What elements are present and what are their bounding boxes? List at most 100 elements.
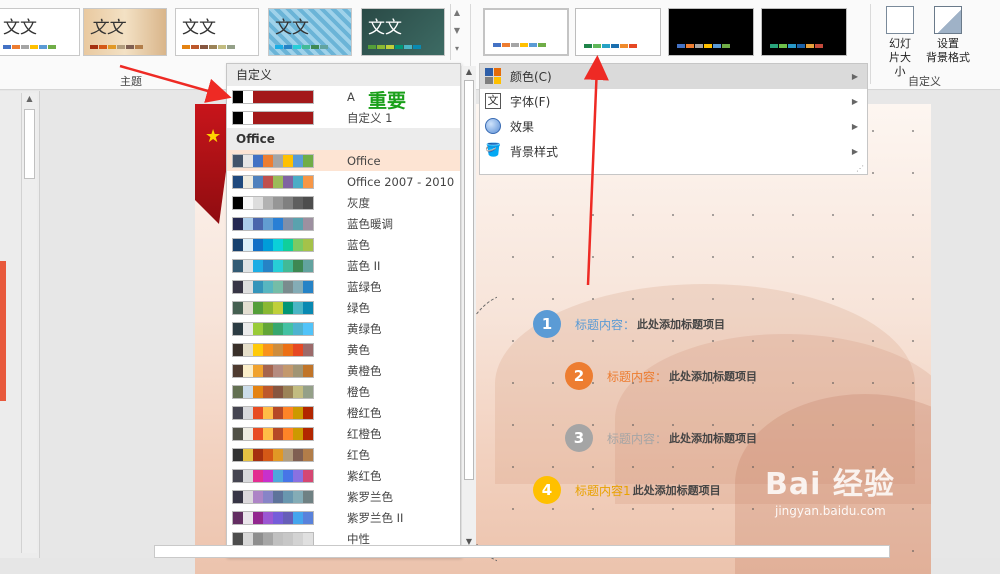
color-menu-scrollbar[interactable]: ▲ ▼ [461, 66, 476, 548]
color-swatches [232, 89, 314, 104]
menu-item-background-styles[interactable]: 🪣 背景样式 ▶ [480, 139, 867, 164]
format-background-icon [934, 6, 962, 34]
annotation-important: 重要 [368, 90, 407, 112]
office-color-scheme-row[interactable]: Office [227, 150, 460, 171]
color-scheme-name: 紫罗兰色 II [347, 510, 404, 525]
thumbnail-scrollbar[interactable]: ▲ [21, 93, 37, 553]
slide-item-4[interactable]: 4 标题内容1 此处添加标题项目 [533, 476, 721, 504]
color-swatches [232, 363, 314, 378]
custom-section-header: 自定义 [227, 64, 460, 86]
slide-size-icon [886, 6, 914, 34]
menu-item-colors[interactable]: 颜色(C) ▶ [480, 64, 867, 89]
theme-thumb-4[interactable]: 文文 [268, 8, 352, 56]
variant-thumb-3[interactable] [668, 8, 754, 56]
color-scheme-name: 紫罗兰色 [347, 489, 393, 504]
custom-group-label: 自定义 [908, 75, 941, 88]
theme-gallery-scroll[interactable]: ▲ ▼ ▾ [450, 4, 463, 60]
color-swatches [232, 426, 314, 441]
color-scheme-name: 橙色 [347, 384, 370, 399]
color-scheme-name: 蓝色 [347, 237, 370, 252]
office-color-scheme-row[interactable]: Office 2007 - 2010 [227, 171, 460, 192]
fonts-icon: 文 [485, 93, 501, 109]
color-swatches [232, 531, 314, 546]
color-swatches [232, 447, 314, 462]
menu-item-effects[interactable]: 效果 ▶ [480, 114, 867, 139]
color-scheme-name: Office [347, 153, 381, 168]
color-scheme-name: 红色 [347, 447, 370, 462]
color-swatches [232, 279, 314, 294]
selected-thumb-indicator [0, 261, 6, 401]
color-scheme-name: Office 2007 - 2010 [347, 174, 455, 189]
color-scheme-name: 红橙色 [347, 426, 382, 441]
variant-thumb-4[interactable] [761, 8, 847, 56]
paint-bucket-icon: 🪣 [485, 143, 502, 158]
theme-thumb-2[interactable]: 文文 [83, 8, 167, 56]
color-swatches [232, 258, 314, 273]
office-color-scheme-row[interactable]: 黄色 [227, 339, 460, 360]
custom-color-scheme-row[interactable]: 自定义 1 [227, 107, 460, 128]
theme-thumb-1[interactable]: 文文 [0, 8, 80, 56]
office-color-scheme-row[interactable]: 蓝色 II [227, 255, 460, 276]
office-color-scheme-row[interactable]: 紫罗兰色 [227, 486, 460, 507]
theme-thumb-5[interactable]: 文文 [361, 8, 445, 56]
watermark-url: jingyan.baidu.com [775, 504, 886, 518]
theme-thumb-3[interactable]: 文文 [175, 8, 259, 56]
theme-group-label: 主题 [120, 75, 142, 88]
color-swatches [232, 510, 314, 525]
office-color-scheme-row[interactable]: 蓝绿色 [227, 276, 460, 297]
color-swatches [232, 489, 314, 504]
slide-item-3[interactable]: 3 标题内容： 此处添加标题项目 [565, 424, 757, 452]
variant-thumb-1[interactable] [483, 8, 569, 56]
office-color-scheme-row[interactable]: 橙红色 [227, 402, 460, 423]
format-background-button[interactable]: 设置 背景格式 [923, 6, 973, 65]
variant-thumb-2[interactable] [575, 8, 661, 56]
color-swatches [232, 174, 314, 189]
color-swatches [232, 237, 314, 252]
color-scheme-name: 蓝色暖调 [347, 216, 393, 231]
item-label: 标题内容1 [575, 483, 631, 498]
custom-color-scheme-row[interactable]: A [227, 86, 460, 107]
office-color-scheme-row[interactable]: 黄橙色 [227, 360, 460, 381]
office-color-scheme-row[interactable]: 紫罗兰色 II [227, 507, 460, 528]
office-color-scheme-row[interactable]: 红色 [227, 444, 460, 465]
color-swatches [232, 342, 314, 357]
effects-icon [485, 118, 501, 134]
menu-item-fonts[interactable]: 文 字体(F) ▶ [480, 89, 867, 114]
color-scheme-name: 黄色 [347, 342, 370, 357]
item-text: 此处添加标题项目 [669, 370, 758, 383]
color-scheme-name: 灰度 [347, 195, 370, 210]
watermark-logo: Bai 经验 [765, 467, 895, 502]
office-color-scheme-row[interactable]: 橙色 [227, 381, 460, 402]
office-color-scheme-row[interactable]: 蓝色暖调 [227, 213, 460, 234]
office-color-scheme-row[interactable]: 绿色 [227, 297, 460, 318]
number-badge: 1 [533, 310, 561, 338]
color-swatches [232, 300, 314, 315]
color-scheme-name: 蓝绿色 [347, 279, 382, 294]
color-swatches [232, 321, 314, 336]
office-color-scheme-row[interactable]: 灰度 [227, 192, 460, 213]
slide-size-button[interactable]: 幻灯片大小 [877, 6, 923, 79]
number-badge: 4 [533, 476, 561, 504]
color-scheme-name: 黄绿色 [347, 321, 382, 336]
color-scheme-name: 紫红色 [347, 468, 382, 483]
color-scheme-name: 绿色 [347, 300, 370, 315]
color-scheme-name: A [347, 89, 355, 104]
color-swatches [232, 405, 314, 420]
office-color-scheme-row[interactable]: 红橙色 [227, 423, 460, 444]
office-color-scheme-row[interactable]: 蓝色 [227, 234, 460, 255]
color-swatches [232, 153, 314, 168]
office-color-scheme-row[interactable]: 紫红色 [227, 465, 460, 486]
variant-options-menu: 颜色(C) ▶ 文 字体(F) ▶ 效果 ▶ 🪣 背景样式 ▶ ⋰ [479, 63, 868, 175]
item-text: 此处添加标题项目 [669, 432, 758, 445]
theme-thumb-text: 文文 [3, 18, 37, 38]
color-swatches [232, 195, 314, 210]
notes-pane-edge [154, 545, 890, 558]
theme-thumb-text: 文文 [275, 18, 309, 38]
slide-item-1[interactable]: 1 标题内容： 此处添加标题项目 [533, 310, 725, 338]
item-label: 标题内容： [607, 369, 668, 384]
office-color-scheme-row[interactable]: 黄绿色 [227, 318, 460, 339]
slide-item-2[interactable]: 2 标题内容： 此处添加标题项目 [565, 362, 757, 390]
color-scheme-name: 蓝色 II [347, 258, 381, 273]
theme-thumb-text: 文文 [90, 18, 124, 38]
theme-thumb-text: 文文 [368, 18, 402, 38]
